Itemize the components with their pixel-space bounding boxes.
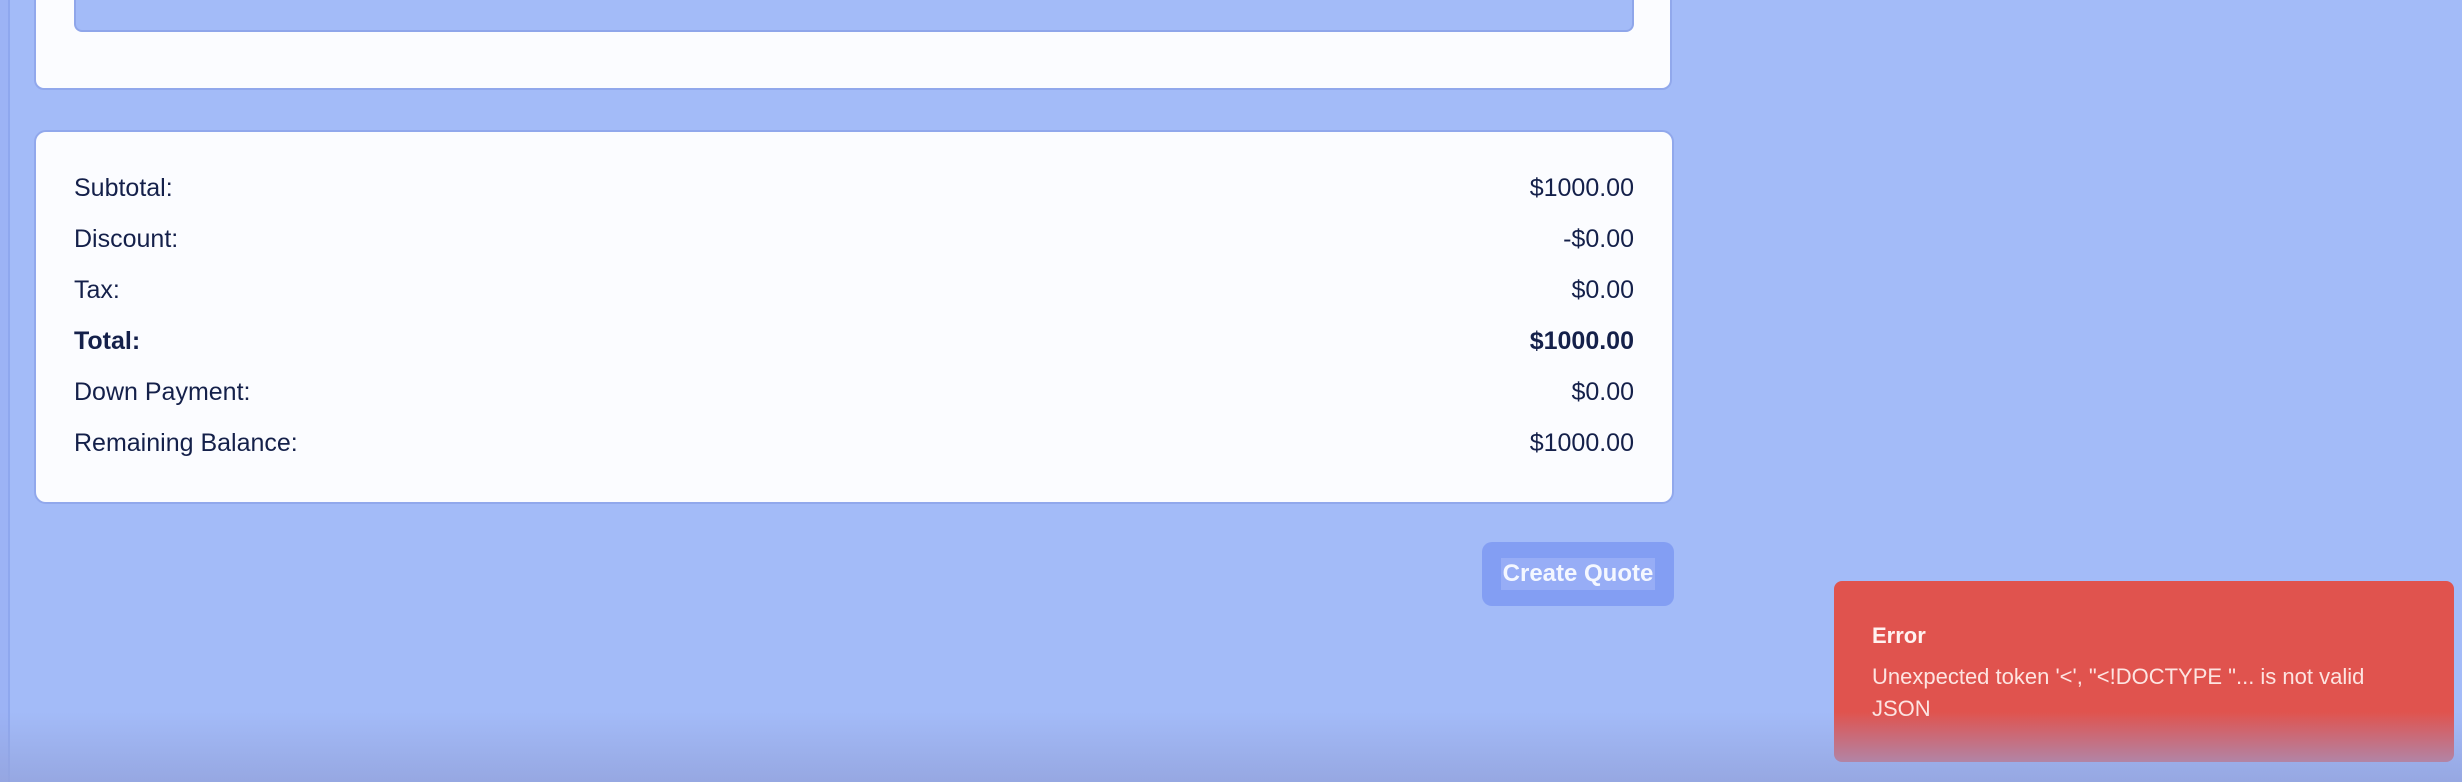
summary-value: $1000.00 <box>1529 173 1634 202</box>
summary-value: $0.00 <box>1571 377 1634 406</box>
summary-label: Discount: <box>74 224 179 253</box>
create-quote-label: Create Quote <box>1500 558 1656 590</box>
summary-row-total: Total: $1000.00 <box>74 321 1634 361</box>
summary-row-down-payment: Down Payment: $0.00 <box>74 372 1634 412</box>
line-items-field[interactable] <box>74 0 1634 32</box>
summary-label: Down Payment: <box>74 377 251 406</box>
left-rail <box>0 0 10 782</box>
summary-row-discount: Discount: -$0.00 <box>74 219 1634 259</box>
summary-label: Remaining Balance: <box>74 428 298 457</box>
summary-value: $1000.00 <box>1529 326 1634 355</box>
summary-row-tax: Tax: $0.00 <box>74 270 1634 310</box>
summary-label: Total: <box>74 326 141 355</box>
quote-summary-card: Subtotal: $1000.00 Discount: -$0.00 Tax:… <box>34 130 1674 504</box>
bottom-fade <box>0 712 2462 782</box>
summary-row-remaining-balance: Remaining Balance: $1000.00 <box>74 423 1634 463</box>
create-quote-button[interactable]: Create Quote <box>1482 542 1674 606</box>
line-items-card <box>34 0 1672 90</box>
toast-title: Error <box>1872 623 1926 648</box>
summary-value: -$0.00 <box>1563 224 1634 253</box>
summary-label: Tax: <box>74 275 120 304</box>
summary-label: Subtotal: <box>74 173 173 202</box>
summary-row-subtotal: Subtotal: $1000.00 <box>74 168 1634 208</box>
summary-value: $0.00 <box>1571 275 1634 304</box>
summary-value: $1000.00 <box>1529 428 1634 457</box>
